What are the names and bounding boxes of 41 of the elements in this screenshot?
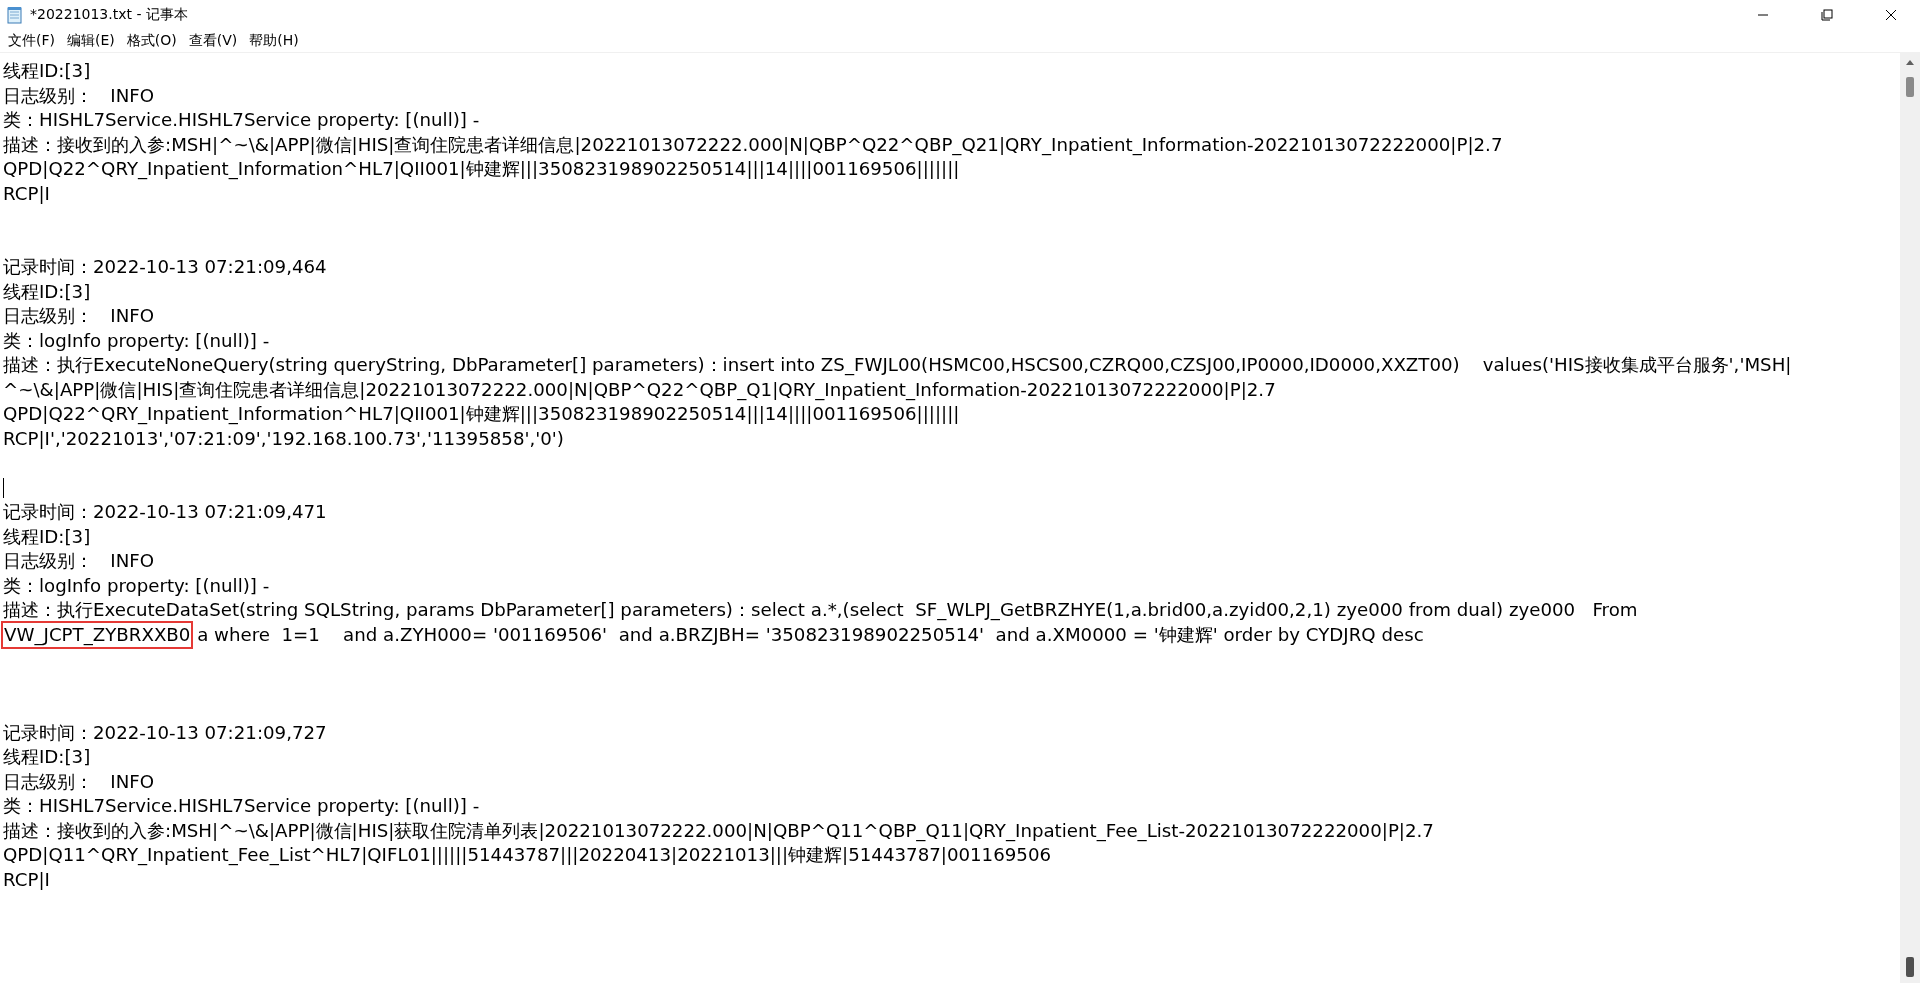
text-line: 线程ID:[3] (3, 745, 91, 769)
menu-item[interactable]: 查看(V) (182, 30, 244, 52)
notepad-icon (6, 6, 24, 24)
text-line: ^~\&|APP|微信|HIS|查询住院患者详细信息|20221013072222.000|N|QBP^Q22^QBP_Q1|QRY_Inpatient_Information-20221013072222000|P|2.7 (3, 377, 1276, 402)
scroll-up-icon[interactable] (1906, 59, 1914, 65)
scrollbar[interactable] (1900, 53, 1920, 983)
text-line: RCP|I (3, 181, 50, 206)
scroll-thumb[interactable] (1906, 77, 1914, 97)
text-line: 日志级别： INFO (3, 304, 155, 328)
menu-item[interactable]: 文件(F) (2, 30, 61, 52)
window-title: *20221013.txt - 记事本 (30, 6, 189, 24)
text-line: QPD|Q11^QRY_Inpatient_Fee_List^HL7|QIFL01||||||51443787|||20220413|20221013|||钟建辉|51443787|001169506 (3, 843, 1052, 868)
text-line: 描述：执行ExecuteNoneQuery(string queryString, DbParameter[] parameters)：insert into ZS_FWJL00(HSMC00,HSCS00,CZRQ00,CZSJ00,IP0000,ID0000,XXZT00) values('HIS接收集成平台服务','MSH| (3, 353, 1792, 378)
menu-item[interactable]: 编辑(E) (61, 30, 121, 52)
text-line: RCP|I (3, 867, 50, 892)
text-line: QPD|Q22^QRY_Inpatient_Information^HL7|QII001|钟建辉|||350823198902250514|||14||||001169506||||||| (3, 157, 960, 182)
text-line: RCP|I','20221013','07:21:09','192.168.100.73','11395858','0') (3, 426, 564, 451)
text-line: 类：logInfo property: [(null)] - (3, 573, 270, 598)
text-line: 描述：接收到的入参:MSH|^~\&|APP|微信|HIS|获取住院清单列表|20221013072222.000|N|QBP^Q11^QBP_Q11|QRY_Inpatient_Fee_List-20221013072222000|P|2.7 (3, 818, 1434, 843)
text-line: 线程ID:[3] (3, 524, 91, 549)
text-line: 日志级别： INFO (3, 83, 155, 108)
text-line: 线程ID:[3] (3, 59, 91, 83)
menu-item[interactable]: 格式(O) (120, 30, 183, 52)
text-line: 日志级别： INFO (3, 769, 155, 794)
text-line: 记录时间：2022-10-13 07:21:09,471 (3, 500, 327, 524)
close-icon[interactable] (1885, 9, 1897, 21)
text-line: 线程ID:[3] (3, 279, 91, 304)
text-line: 描述：接收到的入参:MSH|^~\&|APP|微信|HIS|查询住院患者详细信息|20221013072222.000|N|QBP^Q22^QBP_Q21|QRY_Inpatient_Information-20221013072222000|P|2.7 (3, 132, 1503, 157)
text-line: 类：HISHL7Service.HISHL7Service property: [(null)] - (3, 794, 480, 818)
text-line: a where 1=1 and a.ZYH000= '001169506' and a.BRZJBH= '350823198902250514' and a.XM0000 = '钟建辉' order by CYDJRQ desc (196, 622, 1424, 647)
text-cursor (3, 477, 4, 498)
text-line: QPD|Q22^QRY_Inpatient_Information^HL7|QII001|钟建辉|||350823198902250514|||14||||001169506||||||| (3, 402, 960, 427)
text-line: 记录时间：2022-10-13 07:21:09,727 (3, 720, 327, 745)
text-line: 记录时间：2022-10-13 07:21:09,464 (3, 255, 327, 279)
highlighted-text: VW_JCPT_ZYBRXXB0 (3, 622, 192, 647)
text-line: 类：logInfo property: [(null)] - (3, 328, 270, 353)
text-line: 日志级别： INFO (3, 549, 155, 573)
menu-item[interactable]: 帮助(H) (243, 30, 305, 52)
text-line: 描述：执行ExecuteDataSet(string SQLString, params DbParameter[] parameters)：select a.*,(select SF_WLPJ_GetBRZHYE(1,a.brid00,a.zyid00,2,1) zye000 from dual) zye000 From (3, 598, 1638, 623)
text-line: 类：HISHL7Service.HISHL7Service property: [(null)] - (3, 108, 480, 132)
restore-icon[interactable] (1821, 9, 1833, 21)
